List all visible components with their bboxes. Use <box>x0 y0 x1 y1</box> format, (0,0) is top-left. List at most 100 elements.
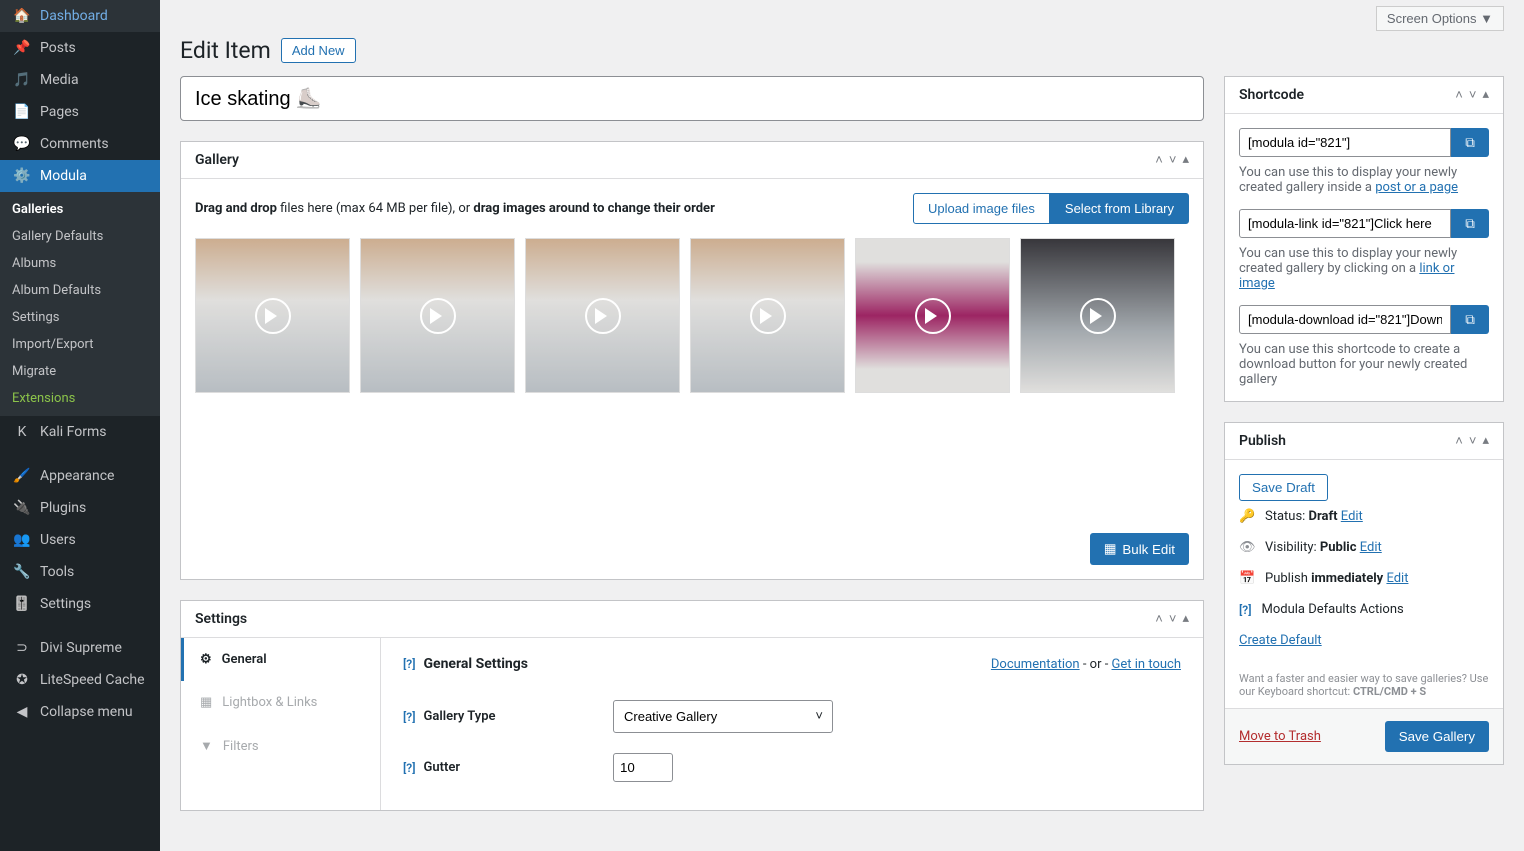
gallery-thumb[interactable] <box>195 238 350 393</box>
sidebar-item-kali[interactable]: KKali Forms <box>0 416 160 448</box>
shortcode-input-2[interactable] <box>1239 209 1451 238</box>
settings-postbox: Settings ˄ ˅ ▴ ⚙General ▦Lightbox & Link… <box>180 600 1204 811</box>
sidebar-item-litespeed[interactable]: ✪LiteSpeed Cache <box>0 664 160 696</box>
gallery-thumb[interactable] <box>1020 238 1175 393</box>
sidebar-label: Users <box>40 532 76 548</box>
help-icon[interactable]: [?] <box>403 710 415 724</box>
sidebar-item-pages[interactable]: 📄 Pages <box>0 96 160 128</box>
save-draft-button[interactable]: Save Draft <box>1239 474 1328 501</box>
add-new-button[interactable]: Add New <box>281 38 356 63</box>
gallery-thumb[interactable] <box>360 238 515 393</box>
divi-icon: ⊃ <box>12 640 32 656</box>
sidebar-item-dashboard[interactable]: 🏠 Dashboard <box>0 0 160 32</box>
lightspeed-icon: ✪ <box>12 672 32 688</box>
shortcode-help-1: You can use this to display your newly c… <box>1239 165 1489 195</box>
submenu-extensions[interactable]: Extensions <box>0 385 160 412</box>
upload-files-button[interactable]: Upload image files <box>913 193 1050 224</box>
chevron-down-icon[interactable]: ˅ <box>1169 152 1177 168</box>
chevron-up-icon[interactable]: ˄ <box>1455 87 1463 103</box>
help-icon[interactable]: [?] <box>403 657 415 671</box>
sidebar-item-divi[interactable]: ⊃ Divi Supreme <box>0 632 160 664</box>
sidebar-item-plugins[interactable]: 🔌Plugins <box>0 492 160 524</box>
settings-heading: Settings <box>195 611 247 627</box>
caret-up-icon[interactable]: ▴ <box>1482 87 1489 103</box>
tab-general[interactable]: ⚙General <box>181 638 380 681</box>
sidebar-label: Comments <box>40 136 109 152</box>
screen-options-button[interactable]: Screen Options ▼ <box>1376 6 1504 31</box>
sidebar-item-media[interactable]: 🎵Media <box>0 64 160 96</box>
user-icon: 👥 <box>12 532 32 548</box>
brush-icon: 🖌️ <box>12 468 32 484</box>
sidebar-label: Collapse menu <box>40 704 133 720</box>
submenu-albums[interactable]: Albums <box>0 250 160 277</box>
gallery-thumb[interactable] <box>855 238 1010 393</box>
submenu-migrate[interactable]: Migrate <box>0 358 160 385</box>
play-icon <box>915 298 951 334</box>
save-gallery-button[interactable]: Save Gallery <box>1385 721 1489 752</box>
sidebar-label: Divi Supreme <box>40 640 122 656</box>
filter-icon: ▼ <box>200 738 213 754</box>
copy-icon: ⧉ <box>1465 135 1475 151</box>
sidebar-label: Dashboard <box>40 8 108 24</box>
bulk-edit-button[interactable]: ▦Bulk Edit <box>1090 533 1189 565</box>
gutter-label: Gutter <box>423 760 460 775</box>
edit-visibility-link[interactable]: Edit <box>1360 540 1382 555</box>
chevron-up-icon[interactable]: ˄ <box>1455 433 1463 449</box>
sidebar-item-posts[interactable]: 📌Posts <box>0 32 160 64</box>
copy-button[interactable]: ⧉ <box>1451 128 1489 157</box>
submenu-import-export[interactable]: Import/Export <box>0 331 160 358</box>
admin-sidebar: 🏠 Dashboard 📌Posts 🎵Media 📄 Pages 💬Comment… <box>0 0 160 851</box>
select-library-button[interactable]: Select from Library <box>1050 193 1189 224</box>
submenu-album-defaults[interactable]: Album Defaults <box>0 277 160 304</box>
create-default-link[interactable]: Create Default <box>1239 633 1322 648</box>
gutter-input[interactable] <box>613 753 673 782</box>
grid-icon: ▦ <box>200 695 212 710</box>
sidebar-label: Modula <box>40 168 87 184</box>
post-page-link[interactable]: post or a page <box>1375 180 1458 195</box>
gear-icon: ⚙️ <box>12 168 32 184</box>
sidebar-label: Plugins <box>40 500 86 516</box>
chevron-down-icon[interactable]: ˅ <box>1469 433 1477 449</box>
chevron-up-icon[interactable]: ˄ <box>1155 152 1163 168</box>
move-to-trash-link[interactable]: Move to Trash <box>1239 729 1321 744</box>
caret-up-icon[interactable]: ▴ <box>1482 433 1489 449</box>
chevron-down-icon[interactable]: ˅ <box>1169 611 1177 627</box>
page-title: Edit Item <box>180 37 271 64</box>
submenu-gallery-defaults[interactable]: Gallery Defaults <box>0 223 160 250</box>
settings-tabs: ⚙General ▦Lightbox & Links ▼Filters <box>181 638 381 810</box>
submenu-galleries[interactable]: Galleries <box>0 196 160 223</box>
tab-lightbox[interactable]: ▦Lightbox & Links <box>181 681 380 724</box>
submenu-settings[interactable]: Settings <box>0 304 160 331</box>
tab-filters[interactable]: ▼Filters <box>181 724 380 768</box>
help-icon[interactable]: [?] <box>1239 603 1251 617</box>
copy-button[interactable]: ⧉ <box>1451 305 1489 334</box>
edit-schedule-link[interactable]: Edit <box>1386 571 1408 586</box>
caret-up-icon[interactable]: ▴ <box>1182 611 1189 627</box>
gallery-type-select[interactable]: Creative Gallery <box>613 700 833 733</box>
caret-up-icon[interactable]: ▴ <box>1182 152 1189 168</box>
copy-icon: ⧉ <box>1465 312 1475 328</box>
sidebar-label: Pages <box>40 104 79 120</box>
shortcode-input-3[interactable] <box>1239 305 1451 334</box>
gallery-thumb[interactable] <box>690 238 845 393</box>
dashboard-icon: 🏠 <box>12 8 32 24</box>
chevron-down-icon[interactable]: ˅ <box>1469 87 1477 103</box>
sidebar-item-tools[interactable]: 🔧Tools <box>0 556 160 588</box>
copy-button[interactable]: ⧉ <box>1451 209 1489 238</box>
sidebar-item-collapse[interactable]: ◀Collapse menu <box>0 696 160 728</box>
chevron-up-icon[interactable]: ˄ <box>1155 611 1163 627</box>
sidebar-item-comments[interactable]: 💬Comments <box>0 128 160 160</box>
post-title-input[interactable] <box>180 76 1204 121</box>
page-icon: 📄 <box>12 104 32 120</box>
sidebar-item-appearance[interactable]: 🖌️Appearance <box>0 460 160 492</box>
gallery-thumb[interactable] <box>525 238 680 393</box>
help-icon[interactable]: [?] <box>403 761 415 775</box>
sidebar-item-settings[interactable]: 🎚️Settings <box>0 588 160 620</box>
sidebar-item-users[interactable]: 👥 Users <box>0 524 160 556</box>
get-in-touch-link[interactable]: Get in touch <box>1112 657 1181 672</box>
edit-status-link[interactable]: Edit <box>1341 509 1363 524</box>
sidebar-item-modula[interactable]: ⚙️ Modula <box>0 160 160 192</box>
gallery-postbox: Gallery ˄ ˅ ▴ Drag and drop files here (… <box>180 141 1204 580</box>
shortcode-input-1[interactable] <box>1239 128 1451 157</box>
documentation-link[interactable]: Documentation <box>991 657 1080 672</box>
